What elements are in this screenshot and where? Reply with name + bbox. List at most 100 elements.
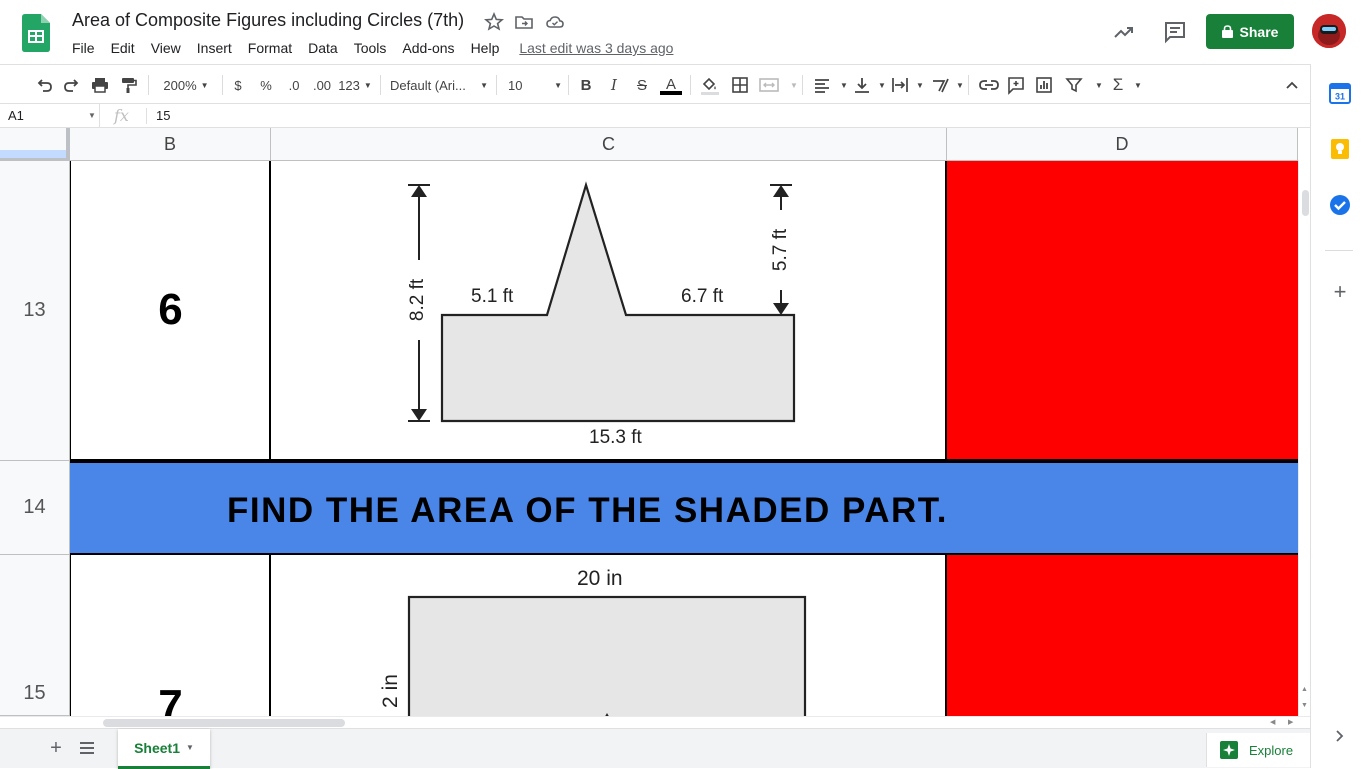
vertical-scrollbar[interactable]: ▲ ▼ (1298, 160, 1310, 716)
horizontal-scrollbar[interactable]: ◀ ▶ (0, 716, 1310, 728)
print-icon[interactable] (90, 73, 110, 97)
menu-view[interactable]: View (143, 38, 189, 58)
cell-b15[interactable]: 7 (70, 555, 271, 716)
font-size-select[interactable]: 10 ▼ (504, 73, 562, 97)
text-rotation-icon[interactable] (930, 73, 950, 97)
freeze-handle[interactable] (0, 150, 66, 158)
cell-b14-merged[interactable]: FIND THE AREA OF THE SHADED PART. (70, 461, 1298, 555)
format-percent-button[interactable]: % (256, 73, 276, 97)
zoom-select[interactable]: 200% ▼ (156, 73, 216, 97)
text-color-swatch (660, 90, 682, 95)
fill-color-icon[interactable] (699, 73, 721, 97)
calendar-icon[interactable]: 31 (1329, 82, 1351, 104)
chevron-down-icon[interactable]: ▼ (876, 73, 888, 97)
menu-data[interactable]: Data (300, 38, 346, 58)
column-header-c[interactable]: C (271, 128, 947, 161)
move-folder-icon[interactable] (514, 12, 534, 32)
insert-chart-icon[interactable] (1034, 73, 1054, 97)
cell-d15[interactable] (947, 555, 1298, 716)
sheets-logo-icon[interactable] (22, 14, 50, 52)
last-edit-link[interactable]: Last edit was 3 days ago (519, 40, 673, 56)
comment-history-icon[interactable] (1163, 20, 1187, 44)
font-family-select[interactable]: Default (Ari... ▼ (390, 73, 488, 97)
account-avatar[interactable] (1312, 14, 1346, 48)
redo-icon[interactable] (62, 73, 82, 97)
sheet-tab-sheet1[interactable]: Sheet1 ▼ (118, 729, 210, 769)
get-add-ons-plus-icon[interactable]: + (1329, 281, 1351, 304)
chevron-down-icon[interactable]: ▼ (1092, 73, 1106, 97)
formula-input[interactable]: 15 (156, 104, 170, 128)
menu-tools[interactable]: Tools (346, 38, 395, 58)
vertical-scroll-thumb[interactable] (1302, 190, 1309, 216)
chevron-down-icon[interactable]: ▼ (838, 73, 850, 97)
chevron-down-icon[interactable]: ▼ (788, 73, 800, 97)
document-title[interactable]: Area of Composite Figures including Circ… (72, 10, 464, 31)
filter-icon[interactable] (1064, 73, 1084, 97)
chevron-down-icon[interactable]: ▼ (186, 743, 194, 752)
cell-b13[interactable]: 6 (70, 161, 271, 461)
bold-button[interactable]: B (576, 73, 596, 97)
menu-help[interactable]: Help (463, 38, 508, 58)
avatar-image-icon (1312, 14, 1346, 48)
column-header-b[interactable]: B (70, 128, 271, 161)
horizontal-scroll-thumb[interactable] (103, 719, 345, 727)
name-box[interactable]: A1 (0, 104, 100, 128)
star-icon[interactable] (484, 12, 504, 32)
scroll-down-arrow-icon[interactable]: ▼ (1301, 702, 1308, 709)
chevron-down-icon[interactable]: ▼ (954, 73, 966, 97)
menu-insert[interactable]: Insert (189, 38, 240, 58)
horizontal-align-icon[interactable] (812, 73, 832, 97)
row-header-14[interactable]: 14 (0, 461, 70, 555)
explore-button[interactable]: Explore (1206, 733, 1310, 767)
more-formats-select[interactable]: 123 ▼ (338, 73, 372, 97)
functions-button[interactable]: Σ (1108, 73, 1128, 97)
cell-d13[interactable] (947, 161, 1298, 461)
keep-notes-icon[interactable] (1329, 138, 1351, 160)
show-side-panel-chevron-right-icon[interactable] (1332, 728, 1348, 744)
side-divider (1325, 250, 1353, 251)
tasks-icon[interactable] (1329, 194, 1351, 216)
text-wrapping-icon[interactable] (890, 73, 910, 97)
strikethrough-button[interactable]: S (632, 73, 652, 97)
paint-format-icon[interactable] (118, 73, 138, 97)
chevron-down-icon: ▼ (480, 80, 488, 90)
menu-edit[interactable]: Edit (103, 38, 143, 58)
format-currency-button[interactable]: $ (228, 73, 248, 97)
insert-link-icon[interactable] (978, 73, 1000, 97)
cell-c15[interactable]: 20 in 2 in (271, 555, 947, 716)
italic-button[interactable]: I (604, 73, 624, 97)
menu-add-ons[interactable]: Add-ons (394, 38, 462, 58)
vertical-align-icon[interactable] (852, 73, 872, 97)
insert-comment-icon[interactable] (1006, 73, 1026, 97)
share-button[interactable]: Share (1206, 14, 1294, 49)
menu-format[interactable]: Format (240, 38, 300, 58)
chevron-down-icon[interactable]: ▼ (1132, 73, 1144, 97)
label-side: 2 in (379, 674, 402, 708)
all-sheets-list-icon[interactable] (78, 739, 96, 757)
banner-instruction: FIND THE AREA OF THE SHADED PART. (227, 491, 948, 530)
select-all-corner[interactable] (0, 128, 70, 161)
undo-icon[interactable] (34, 73, 54, 97)
chevron-down-icon: ▼ (363, 80, 372, 90)
column-header-d[interactable]: D (947, 128, 1298, 161)
row-header-13[interactable]: 13 (0, 161, 70, 461)
cell-c13[interactable]: 5.1 ft 6.7 ft 15.3 ft 8.2 ft 5.7 ft (271, 161, 947, 461)
collapse-menu-chevron-up-icon[interactable] (1282, 73, 1302, 97)
merge-cells-icon[interactable] (758, 73, 780, 97)
increase-decimal-button[interactable]: .00 (310, 73, 334, 97)
scroll-left-arrow-icon[interactable]: ◀ (1270, 718, 1275, 726)
add-sheet-plus-icon[interactable]: + (46, 737, 66, 761)
chevron-down-icon[interactable]: ▼ (88, 104, 96, 128)
activity-trend-icon[interactable] (1112, 20, 1136, 44)
scroll-right-arrow-icon[interactable]: ▶ (1288, 718, 1293, 726)
row-header-15[interactable]: 15 (0, 555, 70, 716)
text-color-button[interactable]: A (660, 73, 682, 97)
menu-bar: File Edit View Insert Format Data Tools … (64, 38, 673, 58)
scroll-up-arrow-icon[interactable]: ▲ (1301, 686, 1308, 693)
chevron-down-icon[interactable]: ▼ (914, 73, 926, 97)
menu-file[interactable]: File (64, 38, 103, 58)
decrease-decimal-button[interactable]: .0 (282, 73, 306, 97)
cloud-status-icon[interactable] (545, 12, 565, 32)
side-panel: 31 + (1310, 64, 1366, 768)
borders-icon[interactable] (730, 73, 750, 97)
